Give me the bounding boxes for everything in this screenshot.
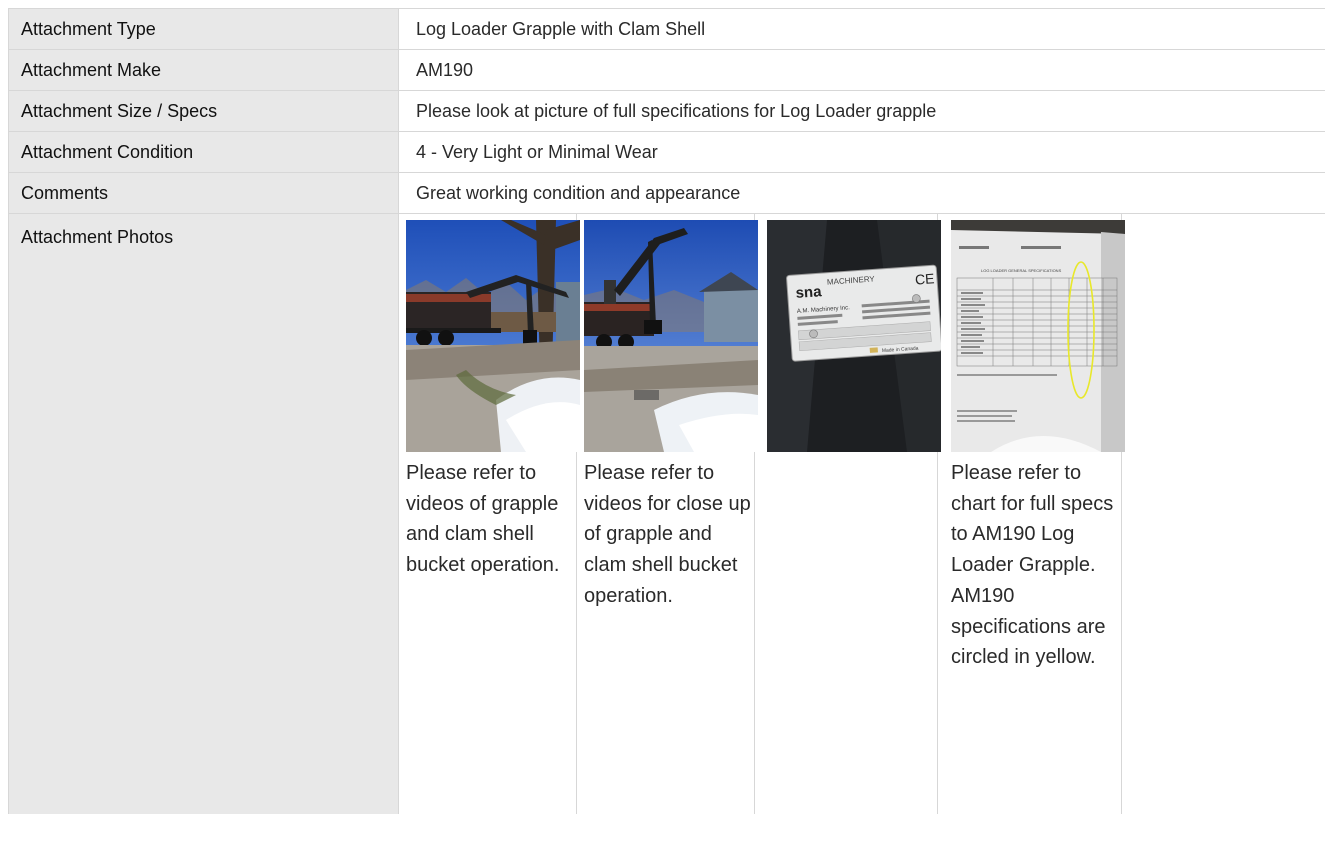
row-attachment-photos: Attachment Photos Please refer to videos… [9,214,1325,814]
attachment-condition-value: 4 - Very Light or Minimal Wear [416,141,658,162]
attachment-type-value: Log Loader Grapple with Clam Shell [416,18,706,39]
comments-label: Comments [9,173,399,213]
photo-cell-3: sna MACHINERY CE A.M. Machinery Inc. Mad… [760,214,941,814]
photo-cell-1: Please refer to videos of grapple and cl… [399,214,580,814]
row-attachment-condition: Attachment Condition 4 - Very Light or M… [9,132,1325,173]
photo-grapple-trailer-2-image [584,220,758,452]
attachment-photos-label: Attachment Photos [9,214,399,814]
row-comments: Comments Great working condition and app… [9,173,1325,214]
photo-cell-2: Please refer to videos for close up of g… [577,214,758,814]
comments-value: Great working condition and appearance [416,182,741,203]
spec-chart-doc-title: LOG LOADER GENERAL SPECIFICATIONS [981,268,1062,273]
photo-spec-chart-image: LOG LOADER GENERAL SPECIFICATIONS [951,220,1125,452]
attachment-make-value: AM190 [416,59,474,80]
row-attachment-make: Attachment Make AM190 [9,50,1325,91]
photo-grapple-trailer-1[interactable] [406,220,580,452]
photo-4-caption: Please refer to chart for full specs to … [951,462,1114,669]
photo-2-caption: Please refer to videos for close up of g… [584,462,751,607]
photo-1-caption: Please refer to videos of grapple and cl… [406,462,560,577]
photo-spec-chart[interactable]: LOG LOADER GENERAL SPECIFICATIONS [951,220,1125,452]
plate-brand-text: sna [795,283,823,302]
plate-ce-mark: CE [914,270,935,287]
attachment-make-label: Attachment Make [9,50,399,90]
photo-id-plate[interactable]: sna MACHINERY CE A.M. Machinery Inc. Mad… [767,220,941,452]
photo-id-plate-image: sna MACHINERY CE A.M. Machinery Inc. Mad… [767,220,941,452]
attachment-condition-label: Attachment Condition [9,132,399,172]
attachment-photos-gallery: Please refer to videos of grapple and cl… [399,214,1325,814]
attachment-size-specs-value: Please look at picture of full specifica… [416,100,937,121]
attachment-details-table: Attachment Type Log Loader Grapple with … [8,8,1325,814]
photo-grapple-trailer-1-image [406,220,580,452]
row-attachment-size-specs: Attachment Size / Specs Please look at p… [9,91,1325,132]
photo-cell-4: LOG LOADER GENERAL SPECIFICATIONS Please… [944,214,1125,814]
attachment-type-label: Attachment Type [9,9,399,49]
attachment-size-specs-label: Attachment Size / Specs [9,91,399,131]
row-attachment-type: Attachment Type Log Loader Grapple with … [9,9,1325,50]
photo-grapple-trailer-2[interactable] [584,220,758,452]
